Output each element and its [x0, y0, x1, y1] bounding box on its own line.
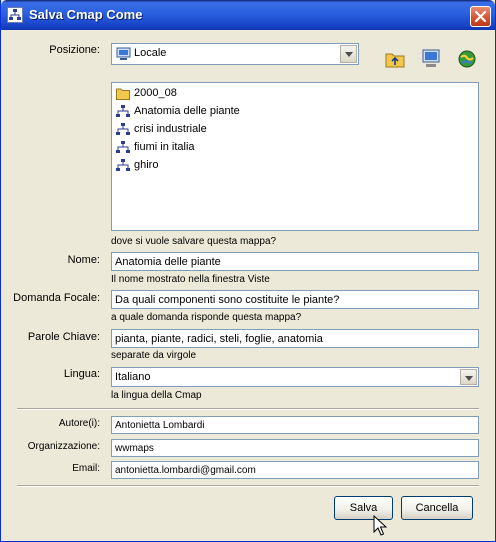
- monitor-icon: [422, 49, 440, 67]
- cmap-icon: [116, 122, 130, 136]
- keywords-input[interactable]: pianta, piante, radici, steli, foglie, a…: [111, 329, 479, 348]
- cmap-icon: [116, 140, 130, 154]
- location-dropdown-arrow[interactable]: [340, 45, 357, 63]
- focus-question-label: Domanda Focale:: [13, 292, 100, 304]
- location-select[interactable]: Locale: [111, 43, 359, 65]
- list-item-label: ghiro: [134, 159, 159, 171]
- cancel-button[interactable]: Cancella: [401, 496, 473, 520]
- name-input[interactable]: Anatomia delle piante: [111, 252, 479, 271]
- window-title: Salva Cmap Come: [29, 7, 143, 22]
- organization-label: Organizzazione:: [27, 441, 100, 452]
- email-input[interactable]: antonietta.lombardi@gmail.com: [111, 461, 479, 479]
- computer-icon: [116, 47, 131, 64]
- focus-question-input[interactable]: Da quali componenti sono costituite le p…: [111, 290, 479, 309]
- name-label: Nome:: [67, 254, 100, 266]
- globe-icon: [458, 50, 476, 68]
- folder-icon: [116, 87, 130, 100]
- mouse-cursor-icon: [373, 514, 388, 540]
- save-dialog: Salva Cmap Come Posizione: Locale 2000_0…: [0, 0, 496, 542]
- list-item[interactable]: 2000_08: [116, 85, 177, 102]
- list-item[interactable]: Anatomia delle piante: [116, 103, 240, 120]
- keywords-label: Parole Chiave:: [27, 331, 100, 343]
- cmap-icon: [116, 158, 130, 172]
- separator: [17, 408, 479, 410]
- list-item-label: 2000_08: [134, 87, 177, 99]
- location-label: Posizione:: [49, 44, 100, 56]
- name-hint: Il nome mostrato nella finestra Viste: [111, 274, 270, 285]
- location-value: Locale: [134, 47, 167, 59]
- folder-up-icon: [385, 53, 405, 68]
- language-hint: la lingua della Cmap: [111, 390, 202, 401]
- author-label: Autore(i):: [58, 418, 100, 429]
- organization-input[interactable]: wwmaps: [111, 439, 479, 457]
- folder-up-button[interactable]: [385, 50, 407, 72]
- close-icon: [474, 10, 487, 23]
- cmap-icon: [116, 104, 130, 118]
- list-item-label: crisi industriale: [134, 123, 207, 135]
- cmap-app-icon: [7, 7, 23, 23]
- language-dropdown-arrow[interactable]: [460, 369, 477, 385]
- file-list[interactable]: 2000_08 Anatomia delle piante crisi indu…: [111, 82, 479, 231]
- list-item-label: fiumi in italia: [134, 141, 195, 153]
- close-button[interactable]: [470, 6, 491, 27]
- keywords-hint: separate da virgole: [111, 350, 197, 361]
- language-value: Italiano: [115, 371, 151, 383]
- location-hint: dove si vuole salvare questa mappa?: [111, 236, 277, 247]
- network-button[interactable]: [457, 49, 479, 71]
- separator: [17, 485, 479, 487]
- focus-question-hint: a quale domanda risponde questa mappa?: [111, 312, 302, 323]
- title-bar: Salva Cmap Come: [1, 0, 495, 30]
- desktop-button[interactable]: [421, 49, 443, 71]
- list-item-label: Anatomia delle piante: [134, 105, 240, 117]
- email-label: Email:: [72, 463, 100, 474]
- list-item[interactable]: fiumi in italia: [116, 139, 195, 156]
- language-label: Lingua:: [63, 368, 100, 380]
- language-select[interactable]: Italiano: [111, 367, 479, 387]
- list-item[interactable]: crisi industriale: [116, 121, 207, 138]
- list-item[interactable]: ghiro: [116, 157, 158, 174]
- author-input[interactable]: Antonietta Lombardi: [111, 416, 479, 434]
